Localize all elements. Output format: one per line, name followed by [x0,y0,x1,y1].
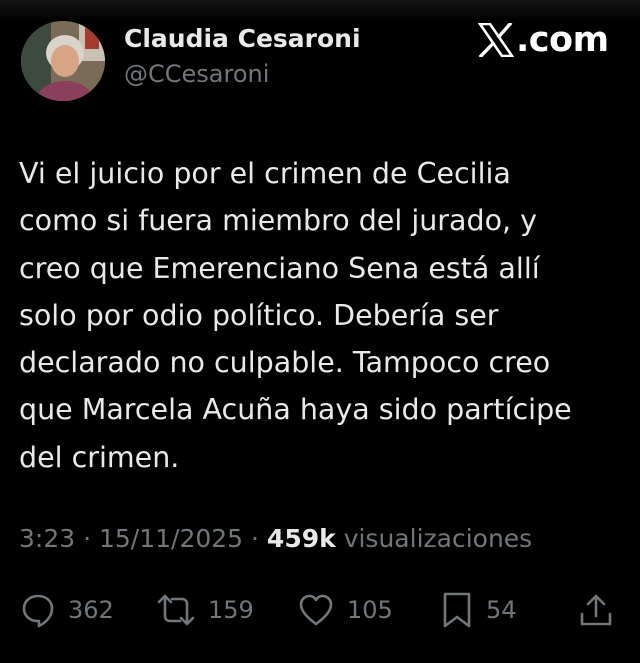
tweet-date[interactable]: 15/11/2025 [99,524,243,553]
share-icon [578,592,614,628]
brand-watermark: .com [478,18,609,62]
like-count: 105 [347,596,393,624]
meta-separator: · [243,524,267,553]
reply-count: 362 [68,596,114,624]
avatar-photo [21,21,105,101]
author-handle[interactable]: @CCesaroni [124,60,269,88]
avatar[interactable] [21,21,105,101]
bookmark-count: 54 [486,596,517,624]
bookmark-button[interactable]: 54 [440,584,517,636]
author-display-name[interactable]: Claudia Cesaroni [124,24,361,53]
bookmark-icon [440,591,474,629]
brand-text: .com [516,20,609,60]
tweet-text: Vi el juicio por el crimen de Cecilia co… [19,157,572,474]
like-button[interactable]: 105 [297,584,393,636]
repost-button[interactable]: 159 [156,584,254,636]
x-logo-icon [478,23,514,57]
meta-separator: · [75,524,99,553]
reply-icon [20,592,56,628]
share-button[interactable] [578,584,614,636]
repost-icon [156,592,196,628]
tweet-meta: 3:23 · 15/11/2025 · 459k visualizaciones [19,524,532,553]
action-bar: 362 159 105 54 [0,584,640,636]
tweet-time[interactable]: 3:23 [19,524,75,553]
reply-button[interactable]: 362 [20,584,114,636]
views-count: 459k [266,524,336,553]
heart-icon [297,592,335,628]
repost-count: 159 [208,596,254,624]
views-label: visualizaciones [343,524,533,553]
